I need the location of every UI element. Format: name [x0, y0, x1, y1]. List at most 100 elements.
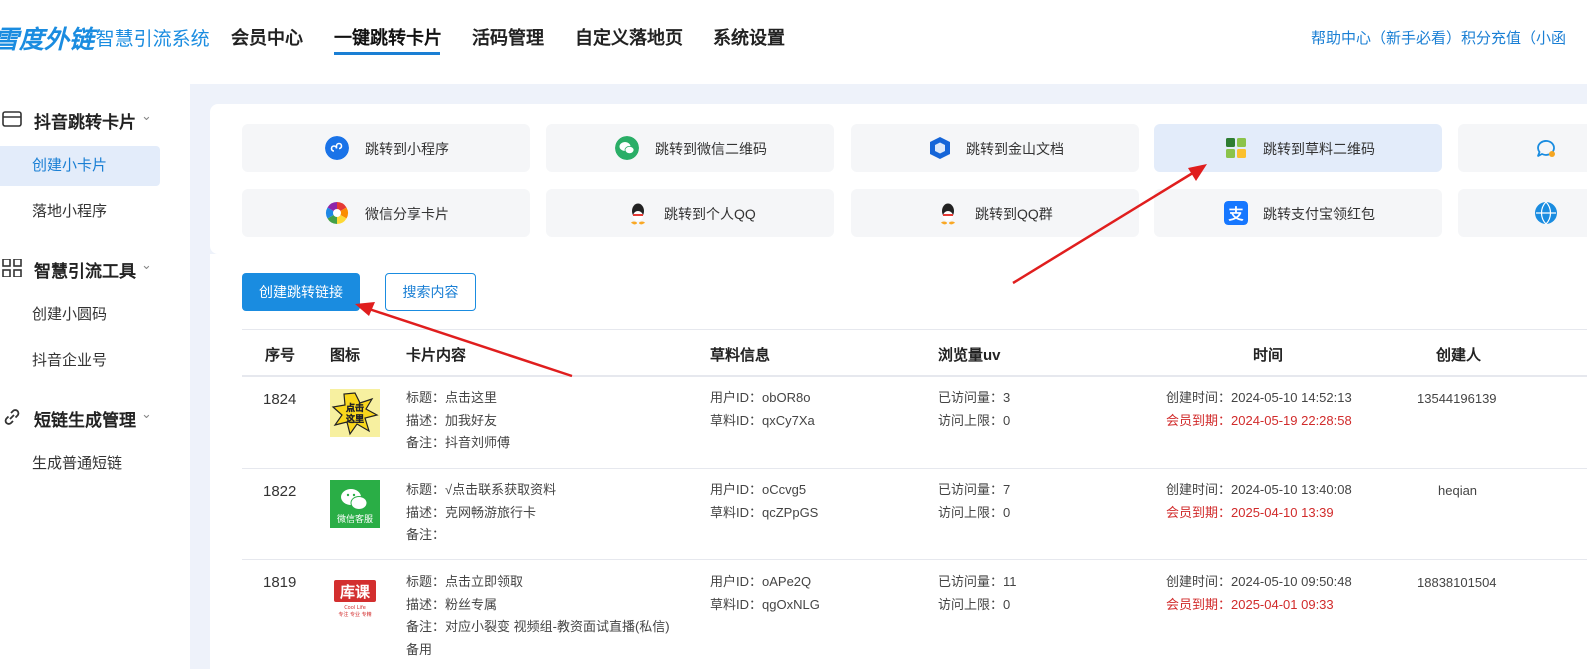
search-content-button[interactable]: 搜索内容 [385, 273, 476, 311]
chevron-down-icon: ⌄ [141, 257, 152, 272]
sidebar-group-traffic-tools[interactable]: 智慧引流工具 ⌄ [0, 253, 190, 283]
nav-landing-page[interactable]: 自定义落地页 [575, 24, 683, 50]
table-header: 序号 图标 卡片内容 草料信息 浏览量uv 时间 创建人 [242, 329, 1587, 377]
sidebar-item-generate-short-link[interactable]: 生成普通短链 [0, 444, 160, 484]
globe-icon [1535, 201, 1557, 225]
caoliao-id: 草料ID：qgOxNLG [710, 596, 820, 612]
card-content: 标题：点击立即领取 描述：粉丝专属 备注：对应小裂变 视频组-教资面试直播(私信… [406, 571, 670, 661]
sidebar: 抖音跳转卡片 ⌄ 创建小卡片 落地小程序 智慧引流工具 ⌄ 创建小圆码 抖音企业… [0, 84, 190, 669]
svg-text:这里: 这里 [346, 413, 364, 425]
tile-qq-group[interactable]: 跳转到QQ群 [851, 189, 1139, 237]
created-time: 创建时间：2024-05-10 14:52:13 [1166, 390, 1352, 405]
table-row: 1822 微信客服 标题：√点击联系获取资料 描述：克网畅游旅行卡 备注： 用户… [242, 469, 1587, 560]
card-desc: 描述：粉丝专属 [406, 596, 498, 612]
nav-settings[interactable]: 系统设置 [713, 24, 785, 50]
card-note: 备注：对应小裂变 视频组-教资面试直播(私信) [406, 619, 670, 634]
creator: 18838101504 [1417, 575, 1497, 590]
tile-share-card[interactable]: 微信分享卡片 [242, 189, 530, 237]
tile-partial-2[interactable] [1458, 189, 1587, 237]
col-header-uv: 浏览量uv [938, 347, 1001, 364]
card-thumbnail: 库课 Cool Life 专注 专业 专精 [330, 574, 380, 622]
sidebar-group-douyin-card[interactable]: 抖音跳转卡片 ⌄ [0, 104, 190, 134]
nav-active-underline [334, 52, 440, 55]
visit-count: 已访问量：7 [938, 482, 1011, 497]
member-expire: 会员到期：2025-04-01 09:33 [1166, 596, 1334, 612]
nav-live-code[interactable]: 活码管理 [472, 24, 544, 50]
tile-alipay-red-packet[interactable]: 支 跳转支付宝领红包 [1154, 189, 1442, 237]
tile-label: 跳转支付宝领红包 [1263, 206, 1375, 222]
logo-subtitle: · 智慧引流系统 [84, 29, 210, 50]
grid-icon [2, 259, 22, 277]
tile-personal-qq[interactable]: 跳转到个人QQ [546, 189, 834, 237]
tile-label: 跳转到QQ群 [975, 206, 1053, 222]
time-info: 创建时间：2024-05-10 09:50:48 会员到期：2025-04-01… [1166, 571, 1352, 616]
tile-label: 微信分享卡片 [365, 206, 449, 222]
created-time: 创建时间：2024-05-10 13:40:08 [1166, 482, 1352, 497]
header-help-links[interactable]: 帮助中心（新手必看）积分充值（小函 [1311, 27, 1566, 48]
chevron-down-icon: ⌄ [141, 108, 152, 123]
wechat-icon [615, 136, 639, 160]
visit-limit: 访问上限：0 [938, 412, 1011, 428]
svg-text:库课: 库课 [340, 583, 371, 601]
col-header-caoliao-info: 草料信息 [710, 347, 771, 364]
row-id: 1819 [263, 574, 297, 591]
sidebar-group-short-link[interactable]: 短链生成管理 ⌄ [0, 402, 190, 432]
sidebar-item-create-card[interactable]: 创建小卡片 [0, 146, 160, 186]
tile-caoliao-qrcode[interactable]: 跳转到草料二维码 [1154, 124, 1442, 172]
tile-kingsoft-doc[interactable]: 跳转到金山文档 [851, 124, 1139, 172]
kingsoft-doc-icon [930, 137, 950, 159]
col-header-icon: 图标 [330, 347, 361, 364]
mini-program-icon [325, 136, 349, 160]
time-info: 创建时间：2024-05-10 13:40:08 会员到期：2025-04-10… [1166, 479, 1352, 524]
tile-partial-1[interactable] [1458, 124, 1587, 172]
row-id: 1824 [263, 391, 297, 408]
link-icon [4, 409, 20, 425]
tile-mini-program[interactable]: 跳转到小程序 [242, 124, 530, 172]
tile-wechat-qrcode[interactable]: 跳转到微信二维码 [546, 124, 834, 172]
col-header-card-content: 卡片内容 [406, 347, 467, 364]
caoliao-info: 用户ID：oAPe2Q 草料ID：qgOxNLG [710, 571, 820, 616]
logo[interactable]: 雪度外链 [0, 20, 94, 56]
qq-icon [631, 203, 645, 225]
user-id: 用户ID：oCcvg5 [710, 482, 807, 497]
card-note: 备注： [406, 527, 446, 542]
tile-label: 跳转到微信二维码 [655, 141, 767, 157]
tile-label: 跳转到草料二维码 [1263, 141, 1375, 157]
uv-info: 已访问量：11 访问上限：0 [938, 571, 1017, 616]
chat-bubble-icon [1536, 140, 1555, 158]
card-note: 备注：抖音刘师傅 [406, 435, 511, 450]
visit-limit: 访问上限：0 [938, 596, 1011, 612]
sidebar-item-landing-miniprogram[interactable]: 落地小程序 [0, 192, 160, 232]
table-row: 1819 库课 Cool Life 专注 专业 专精 标题：点击立即领取 描述：… [242, 560, 1587, 669]
sidebar-group-label: 短链生成管理 [34, 411, 136, 430]
card-desc: 描述：加我好友 [406, 412, 498, 428]
card-title: 标题：点击这里 [406, 390, 498, 405]
sidebar-item-create-round-code[interactable]: 创建小圆码 [0, 295, 160, 335]
caoliao-qrcode-icon [1226, 138, 1246, 158]
card-thumbnail: 点击 这里 [330, 389, 380, 437]
nav-jump-card[interactable]: 一键跳转卡片 [334, 24, 442, 50]
nav-member-center[interactable]: 会员中心 [231, 24, 303, 50]
sidebar-item-douyin-enterprise[interactable]: 抖音企业号 [0, 341, 160, 381]
alipay-icon: 支 [1224, 201, 1248, 225]
visit-count: 已访问量：11 [938, 574, 1017, 589]
card-content: 标题：点击这里 描述：加我好友 备注：抖音刘师傅 [406, 387, 510, 455]
created-time: 创建时间：2024-05-10 09:50:48 [1166, 574, 1352, 589]
user-id: 用户ID：oAPe2Q [710, 574, 812, 589]
caoliao-id: 草料ID：qxCy7Xa [710, 412, 815, 428]
svg-text:专注 专业 专精: 专注 专业 专精 [338, 611, 371, 618]
svg-text:微信客服: 微信客服 [337, 513, 373, 525]
member-expire: 会员到期：2025-04-10 13:39 [1166, 504, 1334, 520]
row-id: 1822 [263, 483, 297, 500]
caoliao-id: 草料ID：qcZPpGS [710, 504, 819, 520]
create-jump-link-button[interactable]: 创建跳转链接 [242, 273, 360, 311]
card-desc: 描述：克网畅游旅行卡 [406, 504, 537, 520]
card-thumbnail: 微信客服 [330, 480, 380, 528]
user-id: 用户ID：obOR8o [710, 390, 811, 405]
member-expire: 会员到期：2024-05-19 22:28:58 [1166, 412, 1352, 428]
card-content: 标题：√点击联系获取资料 描述：克网畅游旅行卡 备注： [406, 479, 556, 547]
uv-info: 已访问量：7 访问上限：0 [938, 479, 1010, 524]
svg-text:Cool Life: Cool Life [344, 605, 366, 611]
col-header-id: 序号 [265, 347, 296, 364]
sidebar-group-label: 抖音跳转卡片 [34, 113, 136, 132]
